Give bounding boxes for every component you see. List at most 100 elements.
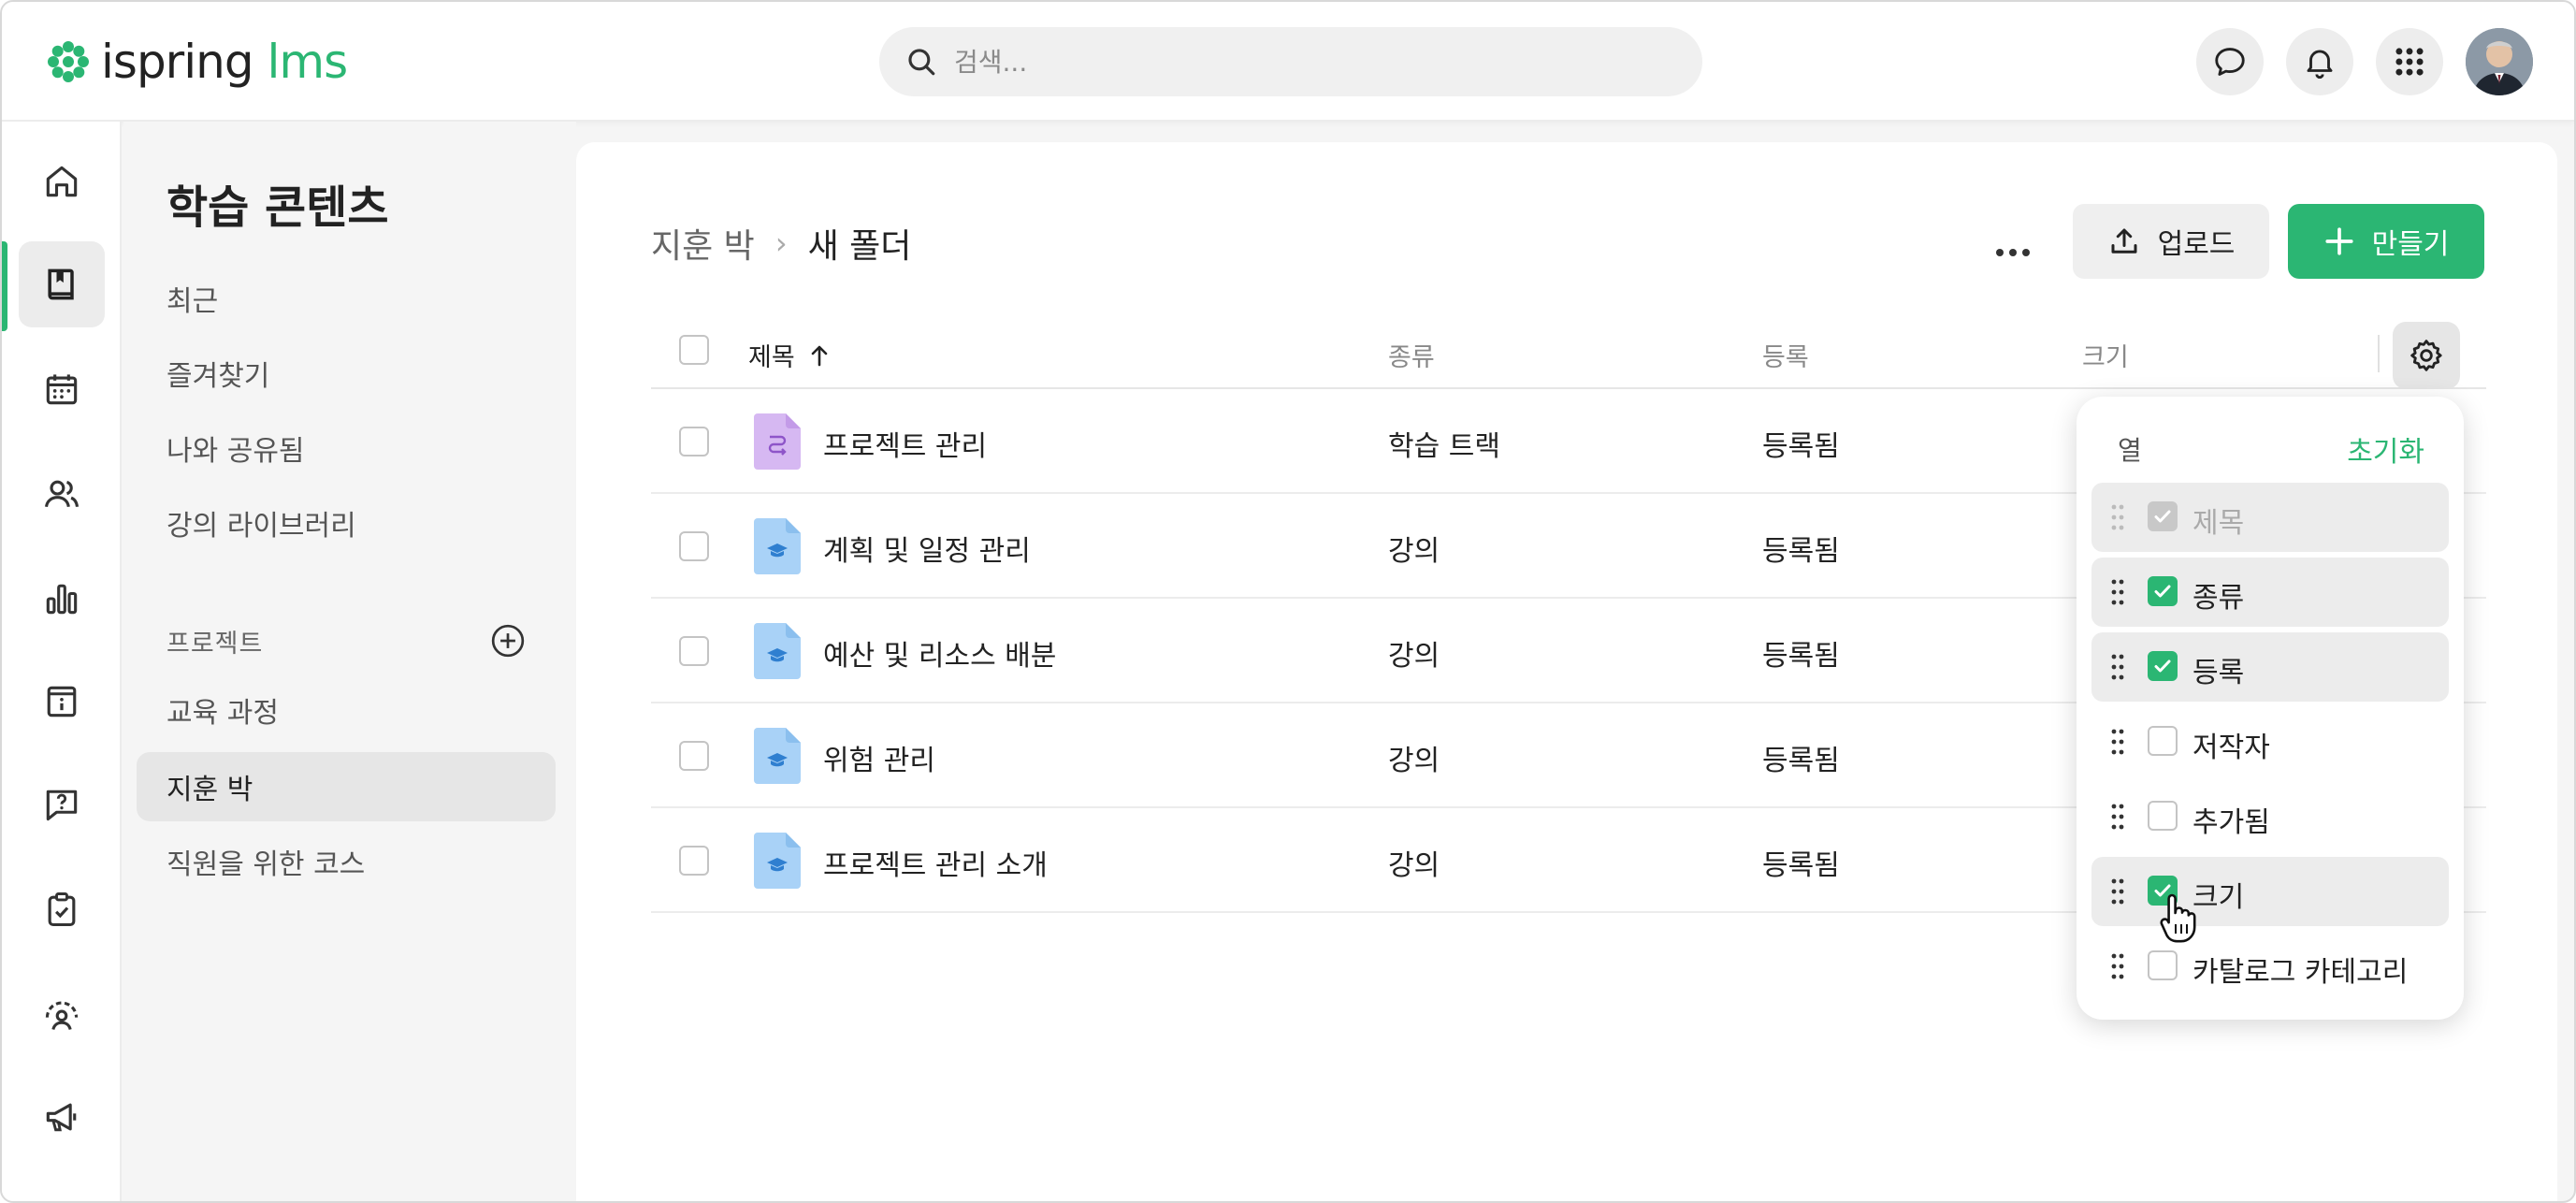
project-item[interactable]: 교육 과정 bbox=[137, 675, 556, 745]
drag-handle-icon[interactable] bbox=[2110, 728, 2125, 756]
calendar-icon bbox=[46, 374, 78, 405]
column-checkbox[interactable] bbox=[2148, 801, 2178, 831]
column-checkbox[interactable] bbox=[2148, 950, 2178, 980]
row-title[interactable]: 예산 및 리소스 배분 bbox=[823, 632, 1056, 674]
upload-button[interactable]: 업로드 bbox=[2073, 204, 2269, 279]
row-type: 강의 bbox=[1388, 849, 1440, 882]
column-option-size[interactable]: 크기 bbox=[2091, 857, 2449, 926]
question-icon bbox=[46, 790, 78, 821]
row-checkbox[interactable] bbox=[679, 846, 709, 876]
breadcrumb-current: 새 폴더 bbox=[807, 227, 912, 266]
rail-item-info[interactable] bbox=[19, 659, 105, 745]
logo-burst-icon bbox=[48, 41, 89, 82]
search-icon bbox=[908, 49, 935, 76]
column-checkbox[interactable] bbox=[2148, 651, 2178, 681]
book-icon bbox=[48, 268, 74, 300]
ispring-logo[interactable]: ispring lms bbox=[47, 32, 348, 92]
sort-asc-icon bbox=[811, 345, 827, 366]
rail-item-content[interactable] bbox=[19, 241, 105, 327]
breadcrumb-root-link[interactable]: 지훈 박 bbox=[651, 219, 755, 268]
drag-handle-icon[interactable] bbox=[2110, 952, 2125, 980]
column-option-label: 저작자 bbox=[2192, 732, 2270, 764]
row-title[interactable]: 계획 및 일정 관리 bbox=[823, 528, 1031, 569]
course-icon bbox=[754, 728, 801, 784]
bell-icon bbox=[2307, 50, 2333, 79]
column-header-type[interactable]: 종류 bbox=[1388, 337, 1435, 373]
column-option-status[interactable]: 등록 bbox=[2091, 632, 2449, 702]
row-status: 등록됨 bbox=[1762, 430, 1840, 463]
rail-item-questions[interactable] bbox=[19, 761, 105, 848]
user-avatar[interactable] bbox=[2466, 28, 2533, 95]
column-settings-button[interactable] bbox=[2393, 322, 2460, 389]
rail-item-calendar[interactable] bbox=[19, 346, 105, 432]
project-item-active[interactable]: 지훈 박 bbox=[137, 752, 556, 821]
row-checkbox[interactable] bbox=[679, 741, 709, 771]
rail-active-indicator bbox=[2, 241, 7, 331]
apps-button[interactable] bbox=[2376, 28, 2443, 95]
column-header-size[interactable]: 크기 bbox=[2082, 337, 2129, 373]
column-option-label: 추가됨 bbox=[2192, 806, 2270, 839]
create-button[interactable]: 만들기 bbox=[2288, 204, 2484, 279]
column-header-title[interactable]: 제목 bbox=[748, 337, 831, 373]
reset-columns-link[interactable]: 초기화 bbox=[2347, 428, 2424, 470]
row-checkbox[interactable] bbox=[679, 636, 709, 666]
select-all-checkbox[interactable] bbox=[679, 335, 709, 365]
home-icon bbox=[46, 166, 78, 197]
column-option-author[interactable]: 저작자 bbox=[2091, 707, 2449, 776]
row-type: 강의 bbox=[1388, 745, 1440, 777]
rail-item-home[interactable] bbox=[19, 138, 105, 225]
subnav-item-label: 즐겨찾기 bbox=[166, 360, 270, 393]
columns-popover-title: 열 bbox=[2118, 435, 2142, 466]
columns-popover: 열 초기화 제목 종류 등록 저작자 추가됨 크기 카탈로그 카테고리 bbox=[2077, 397, 2464, 1020]
drag-handle-icon[interactable] bbox=[2110, 877, 2125, 906]
chat-bubble-icon bbox=[2215, 48, 2245, 76]
column-header-status[interactable]: 등록 bbox=[1762, 337, 1809, 373]
project-item[interactable]: 직원을 위한 코스 bbox=[137, 827, 556, 896]
column-option-added[interactable]: 추가됨 bbox=[2091, 782, 2449, 851]
row-title[interactable]: 위험 관리 bbox=[823, 737, 935, 778]
column-option-type[interactable]: 종류 bbox=[2091, 558, 2449, 627]
top-header: ispring lms bbox=[2, 2, 2574, 122]
column-checkbox[interactable] bbox=[2148, 726, 2178, 756]
column-option-label: 카탈로그 카테고리 bbox=[2192, 956, 2409, 989]
column-checkbox[interactable] bbox=[2148, 576, 2178, 606]
chat-button[interactable] bbox=[2196, 28, 2264, 95]
column-option-label: 제목 bbox=[2192, 507, 2245, 540]
search-input[interactable] bbox=[954, 46, 1609, 78]
row-checkbox[interactable] bbox=[679, 531, 709, 561]
add-project-button[interactable] bbox=[490, 623, 526, 659]
search-bar[interactable] bbox=[879, 27, 1702, 96]
row-title[interactable]: 프로젝트 관리 소개 bbox=[823, 842, 1048, 883]
column-option-catalog-category[interactable]: 카탈로그 카테고리 bbox=[2091, 932, 2449, 1001]
more-options-button[interactable] bbox=[1979, 219, 2047, 286]
subnav-item-recent[interactable]: 최근 bbox=[137, 264, 556, 333]
drag-handle-icon[interactable] bbox=[2110, 803, 2125, 831]
projects-section-label: 프로젝트 bbox=[166, 630, 264, 659]
row-checkbox[interactable] bbox=[679, 427, 709, 457]
course-icon bbox=[754, 833, 801, 889]
column-checkbox bbox=[2148, 501, 2178, 531]
rail-item-reports[interactable] bbox=[19, 556, 105, 642]
row-type: 강의 bbox=[1388, 535, 1440, 568]
row-status: 등록됨 bbox=[1762, 849, 1840, 882]
more-dots-icon bbox=[1996, 249, 2030, 256]
upload-icon bbox=[2107, 225, 2141, 258]
project-item-label: 직원을 위한 코스 bbox=[166, 848, 366, 881]
project-item-label: 지훈 박 bbox=[166, 774, 253, 806]
subnav-item-shared[interactable]: 나와 공유됨 bbox=[137, 413, 556, 483]
subnav-item-library[interactable]: 강의 라이브러리 bbox=[137, 488, 556, 558]
drag-handle-icon[interactable] bbox=[2110, 653, 2125, 681]
rail-item-assignments[interactable] bbox=[19, 866, 105, 952]
checkmark-icon bbox=[2154, 510, 2171, 523]
rail-item-announcements[interactable] bbox=[19, 1074, 105, 1160]
column-option-label: 크기 bbox=[2192, 881, 2245, 914]
row-title[interactable]: 프로젝트 관리 bbox=[823, 423, 987, 464]
rail-item-performance[interactable] bbox=[19, 971, 105, 1057]
rail-item-users[interactable] bbox=[19, 451, 105, 537]
notifications-button[interactable] bbox=[2286, 28, 2353, 95]
app-window: ispring lms 검색... 학습 콘텐츠 최근 즐겨찾기 나와 공유됨 … bbox=[0, 0, 2576, 1203]
breadcrumb-separator: › bbox=[774, 225, 788, 261]
subnav-item-label: 최근 bbox=[166, 285, 219, 318]
drag-handle-icon[interactable] bbox=[2110, 578, 2125, 606]
subnav-item-favorites[interactable]: 즐겨찾기 bbox=[137, 339, 556, 408]
